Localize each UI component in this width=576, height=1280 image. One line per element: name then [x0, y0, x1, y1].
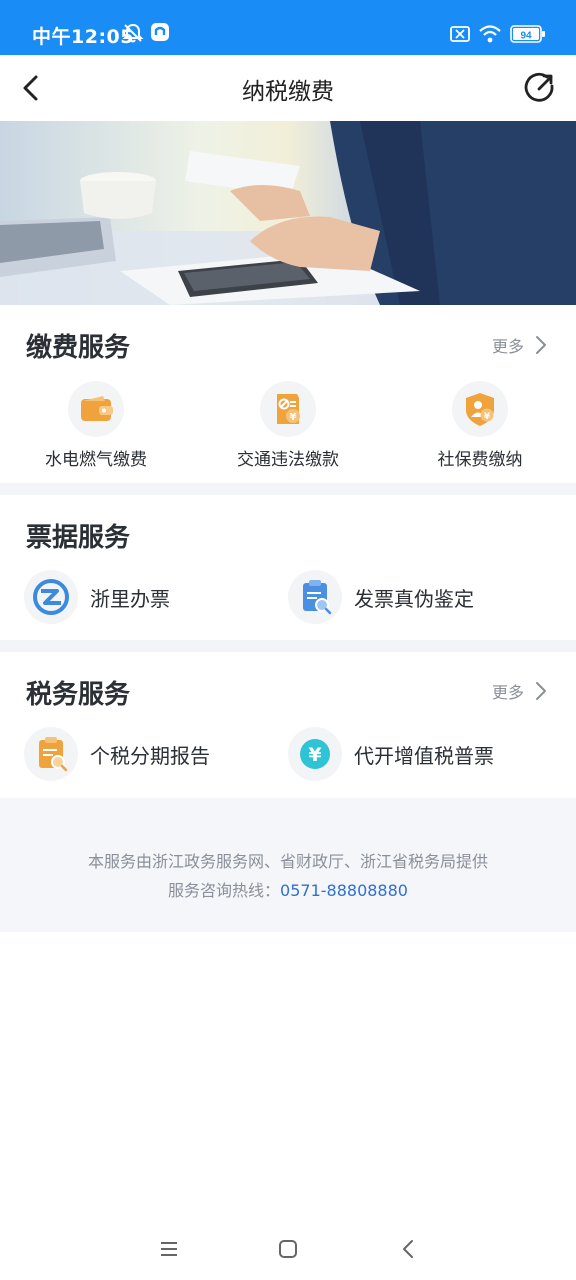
chevron-right-icon [534, 681, 548, 701]
nav-bar: 纳税缴费 [0, 55, 576, 121]
social-security-icon: ¥ [452, 381, 508, 437]
fee-item-label: 水电燃气缴费 [45, 450, 147, 470]
back-nav-icon[interactable] [396, 1236, 422, 1262]
tax-report-icon [24, 727, 78, 781]
app-notification-icon [150, 22, 170, 46]
hotline-label: 服务咨询热线： [168, 881, 281, 900]
system-nav-bar [0, 1220, 576, 1280]
zheli-logo-icon [24, 570, 78, 624]
service-footer: 本服务由浙江政务服务网、省财政厅、浙江省税务局提供 服务咨询热线：0571-88… [0, 798, 576, 932]
tax-item-vat-invoice[interactable]: ¥ 代开增值税普票 [288, 727, 494, 781]
invoice-item-label: 浙里办票 [90, 586, 170, 611]
yuan-icon: ¥ [288, 727, 342, 781]
tax-item-label: 代开增值税普票 [354, 743, 494, 768]
wallet-icon [68, 381, 124, 437]
battery-level: 94 [520, 31, 532, 42]
fee-item-traffic-fine[interactable]: ¥ 交通违法缴款 [192, 381, 384, 470]
page-title: 纳税缴费 [242, 79, 334, 105]
provider-text: 本服务由浙江政务服务网、省财政厅、浙江省税务局提供 [87, 852, 488, 871]
fee-item-label: 社保费缴纳 [437, 450, 523, 470]
section-title: 票据服务 [26, 523, 131, 553]
banner-image [0, 121, 576, 305]
tax-item-label: 个税分期报告 [90, 743, 210, 768]
fee-services-more-link[interactable]: 更多 [492, 333, 548, 357]
traffic-fine-icon: ¥ [260, 381, 316, 437]
svg-text:¥: ¥ [290, 412, 297, 423]
svg-text:¥: ¥ [308, 744, 321, 766]
hotline-number[interactable]: 0571-88808880 [280, 881, 408, 900]
status-time: 中午12:05 [32, 26, 134, 48]
chevron-right-icon [534, 335, 548, 355]
hotline-row: 服务咨询热线：0571-88808880 [0, 877, 576, 901]
tax-services-section: 税务服务 更多 个税分期报告 ¥ 代开增值税普票 [0, 652, 576, 798]
section-divider [0, 640, 576, 652]
more-label: 更多 [491, 337, 524, 356]
section-title: 税务服务 [26, 680, 131, 710]
tax-item-installment-report[interactable]: 个税分期报告 [24, 727, 210, 781]
invoice-item-zheli[interactable]: 浙里办票 [24, 570, 170, 624]
invoice-item-verify[interactable]: 发票真伪鉴定 [288, 570, 474, 624]
fee-services-section: 缴费服务 更多 水电燃气缴费 ¥ 交通违法缴款 ¥ 社保费缴纳 [0, 305, 576, 483]
invoice-services-section: 票据服务 浙里办票 发票真伪鉴定 [0, 495, 576, 640]
battery-icon: 94 [510, 25, 546, 47]
invoice-item-label: 发票真伪鉴定 [354, 586, 474, 611]
section-title: 缴费服务 [26, 333, 131, 363]
fee-item-social-security[interactable]: ¥ 社保费缴纳 [384, 381, 576, 470]
wifi-icon [478, 24, 502, 48]
svg-text:¥: ¥ [484, 412, 491, 422]
menu-icon[interactable] [156, 1236, 182, 1262]
alarm-off-icon [122, 22, 144, 48]
fee-item-utilities[interactable]: 水电燃气缴费 [0, 381, 192, 470]
more-label: 更多 [491, 683, 524, 702]
home-icon[interactable] [275, 1236, 301, 1262]
share-icon[interactable] [522, 70, 558, 106]
section-divider [0, 483, 576, 495]
status-bar: 中午12:05 94 [0, 0, 576, 55]
fee-item-label: 交通违法缴款 [237, 450, 339, 470]
invoice-check-icon [288, 570, 342, 624]
tax-services-more-link[interactable]: 更多 [492, 679, 548, 703]
no-sim-icon [450, 26, 470, 46]
